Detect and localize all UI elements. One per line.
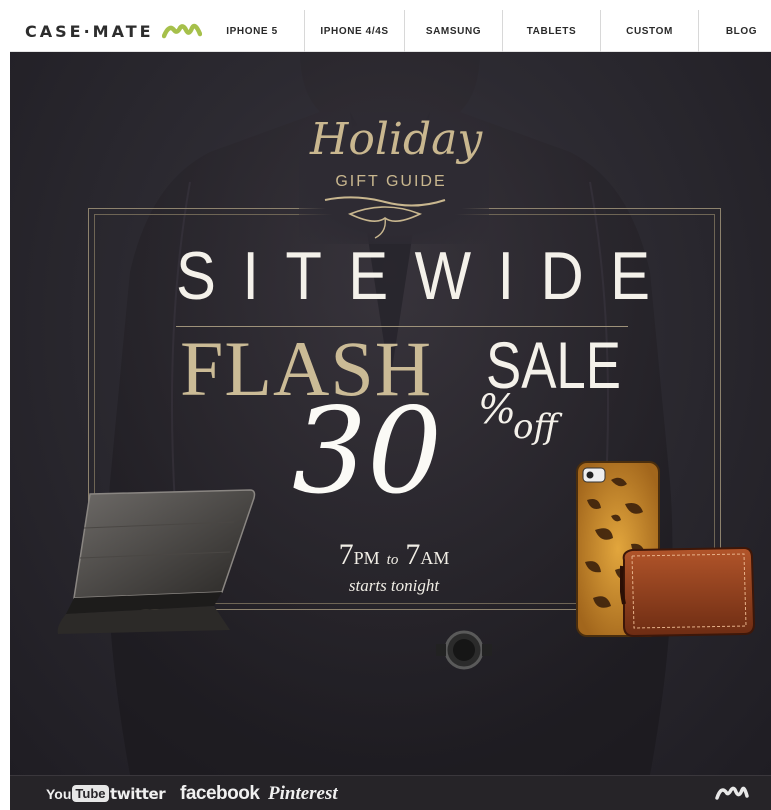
case-mate-mark-icon[interactable] (715, 784, 749, 802)
leather-wallet-image (620, 546, 756, 638)
start-meridiem: PM (353, 548, 380, 568)
nav-item-samsung[interactable]: SAMSUNG (404, 10, 502, 52)
nav-item-tablets[interactable]: TABLETS (502, 10, 600, 52)
brand-name: CASE·MATE (25, 21, 154, 41)
youtube-you-text: You (46, 785, 72, 802)
youtube-link[interactable]: You Tube (46, 776, 109, 810)
main-nav: IPHONE 5 IPHONE 4/4S SAMSUNG TABLETS CUS… (200, 10, 771, 52)
tablet-folio-case-image (57, 489, 256, 634)
facebook-text: facebook (180, 782, 260, 804)
sitewide-headline: SITEWIDE (176, 238, 677, 314)
flourish-ornament (324, 196, 446, 239)
youtube-tube-text: Tube (72, 785, 109, 802)
gift-guide-label: GIFT GUIDE (335, 173, 447, 190)
end-meridiem: AM (420, 548, 450, 568)
twitter-link[interactable]: twitter (110, 776, 166, 810)
percent-sign: % (478, 387, 517, 433)
pinterest-link[interactable]: Pinterest (268, 776, 338, 810)
end-hour: 7 (405, 538, 421, 571)
nav-item-iphone-5[interactable]: IPHONE 5 (200, 10, 304, 52)
nav-item-custom[interactable]: CUSTOM (600, 10, 698, 52)
time-to: to (386, 552, 399, 568)
off-label: off (513, 407, 558, 447)
sale-hours: 7PM to 7AM (316, 540, 472, 570)
site-footer: You Tube twitter facebook Pinterest (10, 775, 771, 810)
facebook-link[interactable]: facebook (180, 776, 260, 810)
nav-item-iphone-4-4s[interactable]: IPHONE 4/4S (304, 10, 404, 52)
discount-amount: 30 (292, 382, 443, 520)
starts-tonight-text: starts tonight (348, 576, 440, 595)
wristwatch-image (436, 630, 492, 670)
flash-sale-banner[interactable]: Holiday GIFT GUIDE SITEWIDE FLASH SALE 3… (10, 52, 771, 775)
pinterest-text: Pinterest (268, 782, 338, 804)
start-hour: 7 (338, 538, 354, 571)
holiday-script: Holiday (310, 114, 483, 165)
site-header: CASE·MATE IPHONE 5 IPHONE 4/4S SAMSUNG T… (10, 10, 771, 52)
brand-logo[interactable]: CASE·MATE (25, 10, 202, 52)
nav-item-blog[interactable]: BLOG (698, 10, 771, 52)
twitter-text: twitter (110, 784, 166, 803)
case-mate-mark-icon (161, 23, 202, 39)
